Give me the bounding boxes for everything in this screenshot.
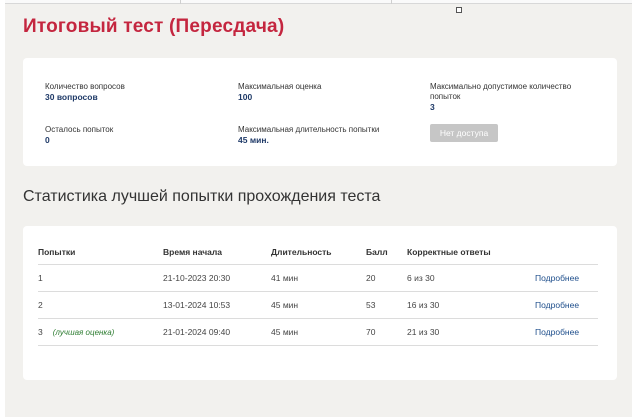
details-link[interactable]: Подробнее [535,327,579,337]
info-max-duration-value: 45 мин. [238,135,269,145]
info-questions: Количество вопросов 30 вопросов [45,82,125,103]
attempt-score: 70 [366,318,407,346]
attempt-correct: 21 из 30 [407,318,535,346]
info-max-score-value: 100 [238,92,253,102]
attempt-number: 1 [38,264,163,292]
attempt-start: 21-01-2024 09:40 [163,318,271,346]
resize-handle[interactable] [456,7,462,13]
toolbar-divider [180,0,181,4]
attempt-score: 53 [366,291,407,319]
attempt-number: 3 [38,326,43,337]
attempt-start: 13-01-2024 10:53 [163,291,271,319]
attempt-duration: 45 мин [271,291,366,319]
info-remaining: Осталось попыток 0 [45,125,113,146]
page-background: Итоговый тест (Пересдача) Количество воп… [5,0,632,417]
stats-section-title: Статистика лучшей попытки прохождения те… [23,188,381,205]
info-max-score: Максимальная оценка 100 [238,82,321,103]
attempt-duration: 41 мин [271,264,366,292]
info-max-duration-label: Максимальная длительность попытки [238,125,380,134]
attempts-table: Попытки Время начала Длительность Балл К… [38,240,598,346]
info-max-score-label: Максимальная оценка [238,82,322,91]
column-header-attempts: Попытки [38,240,163,265]
info-remaining-label: Осталось попыток [45,125,114,134]
table-row: 1 21-10-2023 20:30 41 мин 20 6 из 30 Под… [38,264,598,292]
attempt-correct: 6 из 30 [407,264,535,292]
info-max-attempts-label-line2: попыток [430,92,461,101]
attempt-correct: 16 из 30 [407,291,535,319]
attempt-duration: 45 мин [271,318,366,346]
table-header-row: Попытки Время начала Длительность Балл К… [38,240,598,265]
info-max-attempts: Максимально допустимое количество попыто… [430,82,571,113]
details-link[interactable]: Подробнее [535,273,579,283]
attempt-number-cell: 3 (лучшая оценка) [38,318,163,346]
table-row: 2 13-01-2024 10:53 45 мин 53 16 из 30 По… [38,291,598,319]
attempt-score: 20 [366,264,407,292]
top-toolbar-edge [5,0,632,4]
no-access-button[interactable]: Нет доступа [430,124,498,142]
attempt-start: 21-10-2023 20:30 [163,264,271,292]
page-title: Итоговый тест (Пересдача) [23,16,285,37]
info-questions-value: 30 вопросов [45,92,98,102]
column-header-actions [535,240,598,265]
details-link[interactable]: Подробнее [535,300,579,310]
stats-card: Попытки Время начала Длительность Балл К… [23,226,617,380]
column-header-duration: Длительность [271,240,366,265]
info-max-attempts-label: Максимально допустимое количество [430,82,572,91]
column-header-start-time: Время начала [163,240,271,265]
attempt-number: 2 [38,291,163,319]
table-row: 3 (лучшая оценка) 21-01-2024 09:40 45 мин… [38,318,598,346]
info-max-attempts-value: 3 [430,102,435,112]
info-questions-label: Количество вопросов [45,82,125,91]
info-remaining-value: 0 [45,135,50,145]
toolbar-divider [391,0,392,4]
column-header-correct: Корректные ответы [407,240,535,265]
column-header-score: Балл [366,240,407,265]
test-info-card: Количество вопросов 30 вопросов Максимал… [23,58,617,166]
info-max-duration: Максимальная длительность попытки 45 мин… [238,125,379,146]
best-score-note: (лучшая оценка) [52,327,115,337]
